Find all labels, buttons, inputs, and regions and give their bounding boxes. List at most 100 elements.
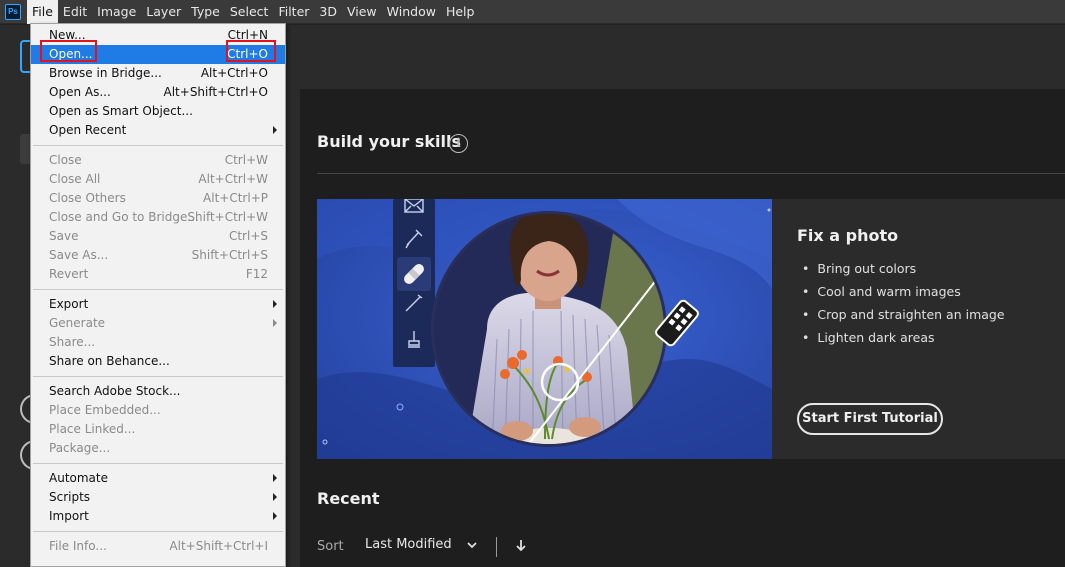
- start-tutorial-button[interactable]: Start First Tutorial: [797, 403, 943, 435]
- menu-type[interactable]: Type: [186, 0, 225, 24]
- section-divider: [317, 173, 1065, 174]
- menu-separator: [33, 463, 283, 464]
- menu-item-place-linked[interactable]: Place Linked...: [31, 420, 285, 439]
- menu-item-shortcut: Alt+Ctrl+P: [203, 191, 268, 205]
- menu-window[interactable]: Window: [382, 0, 441, 24]
- sort-value: Last Modified: [365, 537, 452, 552]
- menu-item-automate[interactable]: Automate: [31, 469, 285, 488]
- menu-item-label: Place Embedded...: [49, 403, 161, 417]
- menu-item-close-and-go-to-bridge[interactable]: Close and Go to Bridge... Shift+Ctrl+W: [31, 208, 285, 227]
- list-item: Cool and warm images: [802, 283, 1005, 306]
- menu-image[interactable]: Image: [92, 0, 141, 24]
- menu-item-label: Open as Smart Object...: [49, 104, 193, 118]
- menu-item-shortcut: F12: [245, 267, 268, 281]
- submenu-arrow-icon: [273, 493, 277, 501]
- tutorial-card-image[interactable]: [317, 199, 772, 459]
- menu-item-label: Save: [49, 229, 79, 243]
- menu-item-shortcut: Alt+Ctrl+O: [200, 66, 268, 80]
- menu-item-shortcut: Alt+Ctrl+W: [198, 172, 268, 186]
- menu-separator: [33, 531, 283, 532]
- menu-edit[interactable]: Edit: [58, 0, 92, 24]
- menu-item-shortcut: Shift+Ctrl+W: [187, 210, 268, 224]
- menu-item-label: Close Others: [49, 191, 126, 205]
- menu-item-shortcut: Ctrl+W: [224, 153, 268, 167]
- menu-item-label: Close and Go to Bridge...: [49, 210, 199, 224]
- tutorial-card-title: Fix a photo: [797, 226, 899, 245]
- sort-select[interactable]: Last Modified: [365, 537, 478, 552]
- menu-item-label: Share on Behance...: [49, 354, 170, 368]
- menu-item-shortcut: Ctrl+S: [228, 229, 268, 243]
- menu-help[interactable]: Help: [441, 0, 480, 24]
- menu-item-export[interactable]: Export: [31, 295, 285, 314]
- menu-item-search-adobe-stock[interactable]: Search Adobe Stock...: [31, 382, 285, 401]
- menu-item-open-as[interactable]: Open As... Alt+Shift+Ctrl+O: [31, 83, 285, 102]
- menu-item-browse-in-bridge[interactable]: Browse in Bridge... Alt+Ctrl+O: [31, 64, 285, 83]
- menu-select[interactable]: Select: [225, 0, 274, 24]
- menu-item-label: Open Recent: [49, 123, 127, 137]
- menu-item-label: Share...: [49, 335, 96, 349]
- file-menu-dropdown: New... Ctrl+N Open... Ctrl+O Browse in Bridg…: [30, 23, 286, 567]
- list-item: Crop and straighten an image: [802, 306, 1004, 329]
- menu-layer[interactable]: Layer: [141, 0, 186, 24]
- menu-item-label: Search Adobe Stock...: [49, 384, 181, 398]
- menu-item-close[interactable]: Close Ctrl+W: [31, 151, 285, 170]
- menu-item-file-info[interactable]: File Info... Alt+Shift+Ctrl+I: [31, 537, 285, 556]
- photoshop-window: Ps File Edit Image Layer Type Select Fil…: [0, 0, 1065, 567]
- menu-view[interactable]: View: [342, 0, 382, 24]
- submenu-arrow-icon: [273, 300, 277, 308]
- menu-item-label: Scripts: [49, 490, 91, 504]
- menu-item-open-as-smart-object[interactable]: Open as Smart Object...: [31, 102, 285, 121]
- menu-item-label: Import: [49, 509, 89, 523]
- menu-item-label: File Info...: [49, 539, 107, 553]
- menu-item-shortcut: Shift+Ctrl+S: [191, 248, 268, 262]
- annotation-box-shortcut: [226, 40, 276, 62]
- tutorial-bullet-list: Bring out colors Cool and warm images Cr…: [802, 260, 1005, 352]
- menu-item-label: Automate: [49, 471, 108, 485]
- sort-divider: [496, 537, 497, 557]
- menu-item-label: Open As...: [49, 85, 111, 99]
- menu-separator: [33, 289, 283, 290]
- menu-item-scripts[interactable]: Scripts: [31, 488, 285, 507]
- menu-item-close-all[interactable]: Close All Alt+Ctrl+W: [31, 170, 285, 189]
- menu-item-generate[interactable]: Generate: [31, 314, 285, 333]
- menu-3d[interactable]: 3D: [314, 0, 342, 24]
- chevron-down-icon: [467, 541, 477, 548]
- menu-item-label: Close All: [49, 172, 101, 186]
- menu-item-save[interactable]: Save Ctrl+S: [31, 227, 285, 246]
- photoshop-logo-icon: Ps: [5, 3, 21, 20]
- menu-item-label: Close: [49, 153, 82, 167]
- menu-item-place-embedded[interactable]: Place Embedded...: [31, 401, 285, 420]
- submenu-arrow-icon: [273, 474, 277, 482]
- menu-item-import[interactable]: Import: [31, 507, 285, 526]
- info-icon[interactable]: i: [449, 134, 468, 153]
- menu-item-label: Revert: [49, 267, 89, 281]
- menu-bar: Ps File Edit Image Layer Type Select Fil…: [0, 0, 1065, 24]
- menu-item-open-recent[interactable]: Open Recent: [31, 121, 285, 140]
- menu-separator: [33, 145, 283, 146]
- submenu-arrow-icon: [273, 319, 277, 327]
- sort-label: Sort: [317, 539, 344, 554]
- menu-item-label: Save As...: [49, 248, 109, 262]
- menu-item-label: Place Linked...: [49, 422, 136, 436]
- menu-item-label: Generate: [49, 316, 106, 330]
- submenu-arrow-icon: [273, 512, 277, 520]
- menu-item-revert[interactable]: Revert F12: [31, 265, 285, 284]
- arrow-down-icon[interactable]: [514, 538, 528, 554]
- menu-item-close-others[interactable]: Close Others Alt+Ctrl+P: [31, 189, 285, 208]
- menu-filter[interactable]: Filter: [273, 0, 314, 24]
- menu-item-share[interactable]: Share...: [31, 333, 285, 352]
- list-item: Lighten dark areas: [802, 329, 1005, 352]
- menu-item-share-on-behance[interactable]: Share on Behance...: [31, 352, 285, 371]
- menu-separator: [33, 376, 283, 377]
- build-skills-title: Build your skills: [317, 132, 461, 151]
- recent-title: Recent: [317, 489, 380, 508]
- annotation-box-open: [40, 40, 97, 62]
- menu-file[interactable]: File: [27, 0, 58, 24]
- menu-item-save-as[interactable]: Save As... Shift+Ctrl+S: [31, 246, 285, 265]
- menu-item-shortcut: Alt+Shift+Ctrl+O: [163, 85, 268, 99]
- list-item: Bring out colors: [802, 260, 1005, 283]
- menu-item-shortcut: Alt+Shift+Ctrl+I: [169, 539, 268, 553]
- submenu-arrow-icon: [273, 126, 277, 134]
- menu-item-label: Browse in Bridge...: [49, 66, 162, 80]
- menu-item-package[interactable]: Package...: [31, 439, 285, 458]
